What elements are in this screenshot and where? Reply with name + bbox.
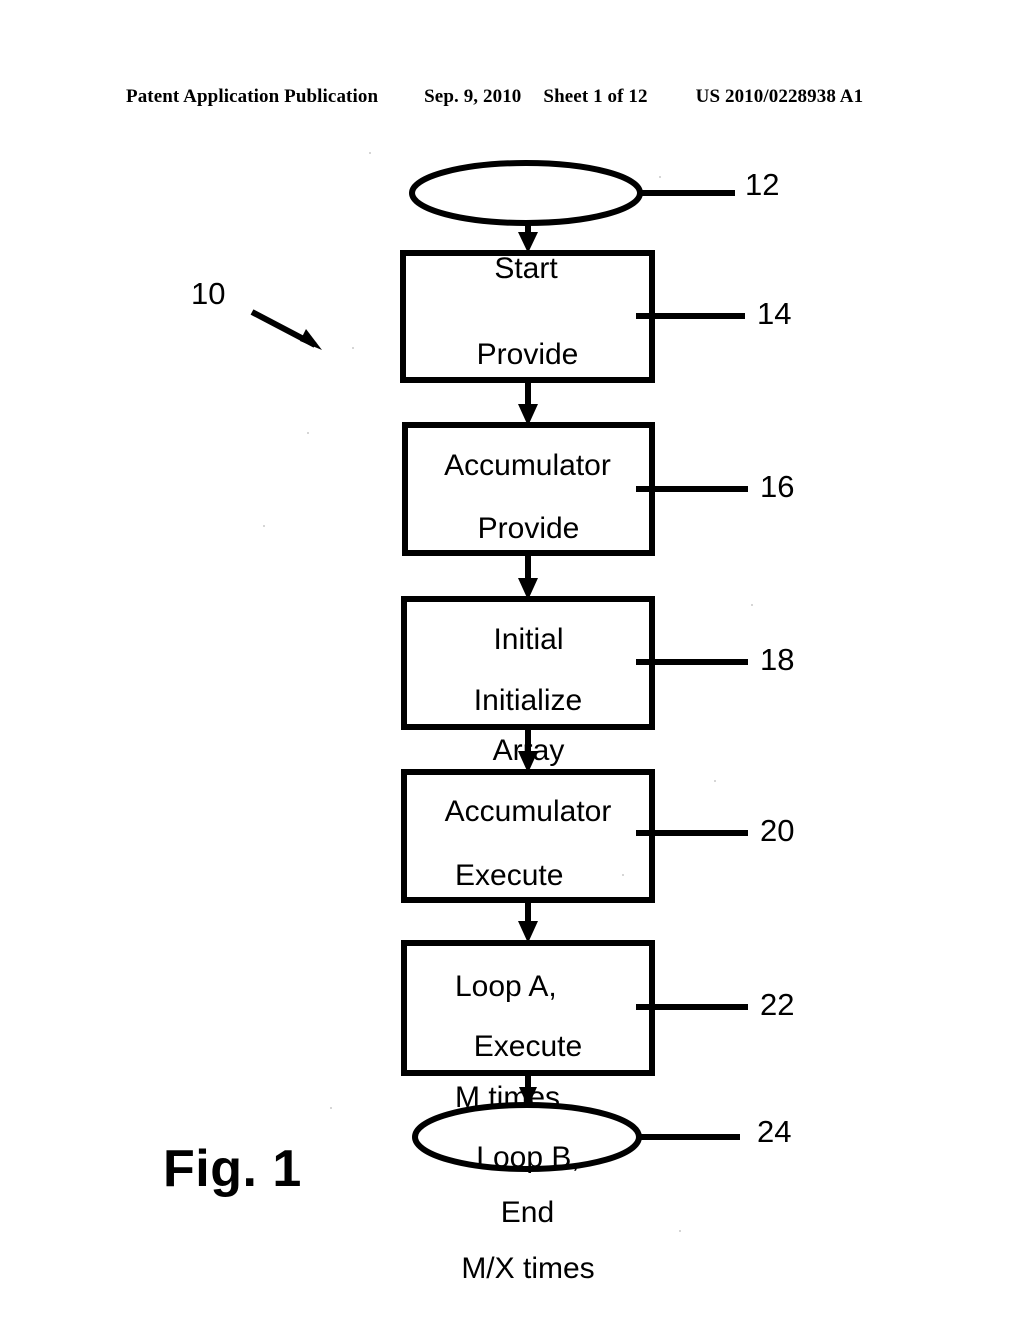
reference-numeral-14: 14	[757, 296, 792, 331]
scan-speck	[679, 1230, 681, 1232]
reference-numeral-16: 16	[760, 469, 795, 504]
scan-speck	[369, 152, 371, 154]
scan-speck	[751, 604, 753, 606]
figure-caption: Fig. 1	[163, 1140, 302, 1198]
scan-speck	[330, 1107, 332, 1109]
reference-numeral-20: 20	[760, 813, 795, 848]
reference-numeral-18: 18	[760, 642, 795, 677]
reference-numeral-24: 24	[757, 1114, 792, 1149]
scan-speck	[263, 525, 265, 527]
scan-speck	[307, 432, 309, 434]
node-end-line-0: End	[500, 1196, 555, 1229]
reference-numeral-22: 22	[760, 987, 795, 1022]
scan-speck	[659, 176, 661, 178]
node-execute-loop-a-line-0: Execute	[455, 859, 564, 892]
node-provide-accumulator-line-0: Provide	[476, 338, 579, 371]
overall-reference-arrow	[250, 309, 322, 350]
node-end-label: End	[415, 1120, 640, 1268]
reference-numeral-12: 12	[745, 167, 780, 202]
scan-speck	[622, 874, 624, 876]
node-initialize-accumulator-line-0: Initialize	[473, 684, 583, 717]
node-provide-initial-array-line-0: Provide	[477, 512, 580, 545]
scan-speck	[714, 780, 716, 782]
scan-speck	[352, 347, 354, 349]
node-execute-loop-b-line-0: Execute	[473, 1030, 583, 1063]
reference-numeral-10: 10	[191, 276, 226, 311]
